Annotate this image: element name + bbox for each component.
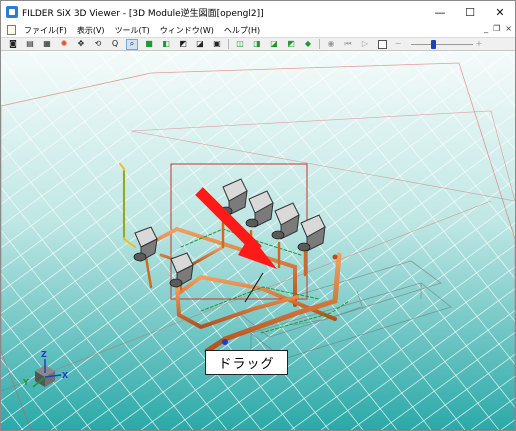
stop-icon[interactable] xyxy=(378,39,387,49)
close-button[interactable]: ✕ xyxy=(485,1,515,23)
zoom-minus-icon[interactable]: − xyxy=(392,39,404,50)
cube-icon-7[interactable]: ◨ xyxy=(251,39,263,50)
axis-label-y: Y xyxy=(22,378,29,387)
axis-label-z: Z xyxy=(41,350,47,359)
menu-window[interactable]: ウィンドウ(W) xyxy=(155,25,219,36)
mdi-controls: _ ❐ × xyxy=(484,24,512,33)
document-icon[interactable] xyxy=(7,25,16,35)
maximize-button[interactable]: ☐ xyxy=(455,1,485,23)
mdi-close-button[interactable]: × xyxy=(505,24,512,33)
title-bar[interactable]: FILDER SiX 3D Viewer - [3D Module逆生図面[op… xyxy=(1,1,515,23)
print-icon[interactable]: ▤ xyxy=(24,39,36,50)
cube-icon-9[interactable]: ◩ xyxy=(285,39,297,50)
zoom-slider[interactable] xyxy=(411,39,473,50)
skip-start-icon[interactable]: ⏮ xyxy=(342,39,354,50)
slider-track xyxy=(411,43,473,45)
menu-tools[interactable]: ツール(T) xyxy=(110,25,155,36)
mdi-minimize-button[interactable]: _ xyxy=(484,24,488,33)
3d-viewport[interactable]: Z Y X ドラッグ xyxy=(1,51,515,430)
move-icon[interactable]: ✥ xyxy=(75,39,87,50)
camera-icon[interactable]: ◙ xyxy=(7,39,19,50)
record-icon[interactable]: ◉ xyxy=(325,39,337,50)
toolbar-separator xyxy=(228,39,229,49)
drag-callout: ドラッグ xyxy=(205,350,288,375)
cube-icon-8[interactable]: ◪ xyxy=(268,39,280,50)
cube-icon-2[interactable]: ◧ xyxy=(160,39,172,50)
pinwheel-icon[interactable]: ✺ xyxy=(58,39,70,50)
menu-help[interactable]: ヘルプ(H) xyxy=(219,25,265,36)
play-icon[interactable]: ▷ xyxy=(359,39,371,50)
window-controls: — ☐ ✕ xyxy=(425,1,515,23)
slider-thumb[interactable] xyxy=(430,39,436,49)
toolbar-separator xyxy=(319,39,320,49)
app-icon xyxy=(6,6,18,18)
cube-icon-6[interactable]: ◫ xyxy=(234,39,246,50)
menu-file[interactable]: ファイル(F) xyxy=(19,25,72,36)
axis-label-x: X xyxy=(62,371,69,380)
minimize-button[interactable]: — xyxy=(425,1,455,23)
menu-bar: ファイル(F) 表示(V) ツール(T) ウィンドウ(W) ヘルプ(H) _ ❐… xyxy=(1,23,515,37)
toolbar: ◙ ▤ ▦ ✺ ✥ ⟲ Q ⌕ ■ ◧ ◩ ◪ ▣ ◫ ◨ ◪ ◩ ◆ ◉ ⏮ … xyxy=(1,37,515,51)
app-window: FILDER SiX 3D Viewer - [3D Module逆生図面[op… xyxy=(0,0,516,431)
zoom-icon[interactable]: Q xyxy=(109,39,121,50)
window-title: FILDER SiX 3D Viewer - [3D Module逆生図面[op… xyxy=(22,8,264,19)
diamond-icon[interactable]: ◆ xyxy=(302,39,314,50)
menu-view[interactable]: 表示(V) xyxy=(72,25,110,36)
cube-icon-1[interactable]: ■ xyxy=(143,39,155,50)
cube-icon-3[interactable]: ◩ xyxy=(177,39,189,50)
zoom-window-icon[interactable]: ⌕ xyxy=(126,38,138,50)
rotate-zoom-icon[interactable]: ⟲ xyxy=(92,39,104,50)
cube-icon-4[interactable]: ◪ xyxy=(194,39,206,50)
cube-icon-5[interactable]: ▣ xyxy=(211,39,223,50)
grid-icon[interactable]: ▦ xyxy=(41,39,53,50)
mdi-restore-button[interactable]: ❐ xyxy=(493,24,500,33)
zoom-plus-icon[interactable]: + xyxy=(473,39,485,50)
